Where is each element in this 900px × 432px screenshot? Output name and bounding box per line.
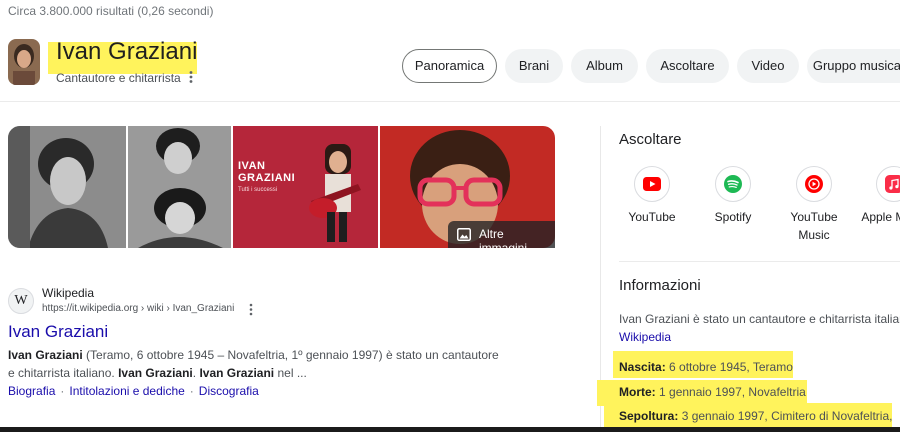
photo-1[interactable] (8, 126, 126, 248)
service-label: YouTube Music (790, 210, 838, 242)
album-cover-title: IVAN GRAZIANI (238, 160, 296, 184)
listen-section-title: Ascoltare (619, 131, 682, 148)
more-vert-icon[interactable] (186, 70, 196, 84)
snippet-text: nel ... (274, 366, 307, 380)
album-cover-subtitle: Tutti i successi (238, 187, 278, 193)
result-url: https://it.wikipedia.org › wiki › Ivan_G… (42, 303, 235, 314)
snippet-bold: Ivan Graziani (199, 366, 275, 380)
tab-brani[interactable]: Brani (505, 49, 563, 83)
result-snippet: Ivan Graziani (Teramo, 6 ottobre 1945 – … (8, 346, 508, 382)
service-label: Apple Music (861, 210, 900, 224)
sitelinks: Biografia · Intitolazioni e dediche · Discog… (8, 384, 259, 398)
entity-avatar[interactable] (8, 39, 40, 85)
fact-value: 6 ottobre 1945, Teramo (669, 360, 793, 374)
photo-2[interactable] (128, 126, 231, 248)
sitelink-separator: · (60, 384, 65, 398)
wikipedia-icon: W (8, 288, 34, 314)
image-icon (457, 228, 471, 241)
service-youtube-music[interactable]: YouTube Music (774, 166, 854, 244)
tab-panoramica[interactable]: Panoramica (402, 49, 497, 83)
fact-value: 1 gennaio 1997, Novafeltria (659, 385, 806, 399)
sitelink-intitolazioni[interactable]: Intitolazioni e dediche (69, 384, 184, 398)
youtube-music-icon (796, 166, 832, 202)
more-images-button[interactable]: Altre immagini (448, 221, 555, 255)
more-images-label: Altre immagini (479, 227, 528, 255)
result-more-icon[interactable] (246, 303, 256, 316)
service-youtube[interactable]: YouTube (612, 166, 692, 226)
service-label: Spotify (714, 210, 752, 224)
info-divider (619, 261, 900, 262)
result-title-link[interactable]: Ivan Graziani (8, 322, 108, 342)
fact-label: Morte: (619, 385, 656, 399)
service-label: YouTube (628, 210, 676, 224)
fact-label: Sepoltura: (619, 409, 679, 423)
results-count: Circa 3.800.000 risultati (0,26 secondi) (8, 4, 214, 18)
snippet-bold: Ivan Graziani (8, 348, 83, 362)
fact-label: Nascita: (619, 360, 666, 374)
entity-name: Ivan Graziani (56, 38, 198, 65)
sitelink-discografia[interactable]: Discografia (199, 384, 259, 398)
sitelink-biografia[interactable]: Biografia (8, 384, 55, 398)
spotify-icon (715, 166, 751, 202)
apple-music-icon (876, 166, 900, 202)
fact-value: 3 gennaio 1997, Cimitero di Novafeltria, (681, 409, 893, 423)
album-cover[interactable]: IVAN GRAZIANI Tutti i successi (233, 126, 378, 248)
header-divider (0, 101, 900, 102)
service-spotify[interactable]: Spotify (693, 166, 773, 226)
result-site-name: Wikipedia (42, 286, 95, 300)
info-description: Ivan Graziani è stato un cantautore e ch… (619, 312, 900, 326)
tab-ascoltare[interactable]: Ascoltare (646, 49, 729, 83)
info-section-title: Informazioni (619, 277, 701, 294)
snippet-bold: Ivan Graziani (118, 366, 193, 380)
entity-subtitle: Cantautore e chitarrista (56, 71, 181, 85)
info-source-link[interactable]: Wikipedia (619, 330, 671, 344)
tab-album[interactable]: Album (571, 49, 638, 83)
youtube-icon (634, 166, 670, 202)
tab-video[interactable]: Video (737, 49, 799, 83)
sitelink-separator: · (189, 384, 194, 398)
fact-morte: Morte: 1 gennaio 1997, Novafeltria (619, 385, 806, 399)
service-apple-music[interactable]: Apple Music (854, 166, 900, 226)
tab-gruppo-musicale[interactable]: Gruppo musicale (807, 49, 900, 83)
fact-nascita: Nascita: 6 ottobre 1945, Teramo (619, 360, 793, 374)
bottom-bar (0, 427, 900, 432)
fact-sepoltura: Sepoltura: 3 gennaio 1997, Cimitero di N… (619, 409, 892, 423)
